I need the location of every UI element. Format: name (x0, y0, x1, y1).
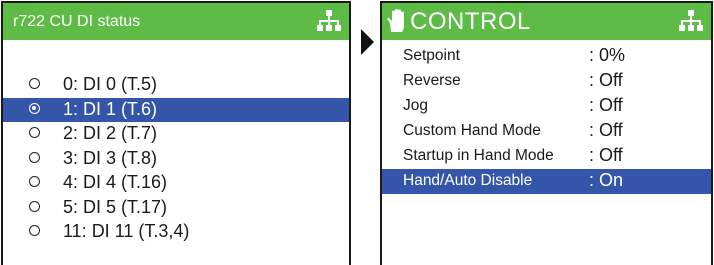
control-row-name: Custom Hand Mode (403, 122, 541, 139)
radio-icon[interactable] (29, 78, 40, 89)
hand-icon (387, 9, 404, 32)
di-item-label: 3: DI 3 (T.8) (63, 147, 158, 168)
control-row-name: Startup in Hand Mode (403, 147, 554, 164)
di-list-item[interactable]: 3: DI 3 (T.8) (3, 147, 349, 172)
di-list-item[interactable]: 1: DI 1 (T.6) (3, 97, 349, 122)
radio-icon[interactable] (29, 176, 40, 187)
di-status-panel: r722 CU DI status 0: DI 0 (T.5) 1: DI 1 (… (1, 1, 351, 265)
radio-icon[interactable] (29, 225, 40, 236)
di-list-item[interactable]: 5: DI 5 (T.17) (3, 196, 349, 221)
control-row[interactable]: Hand/Auto Disable : On (382, 169, 711, 194)
control-row-value: : 0% (589, 45, 626, 65)
control-row-name: Jog (403, 97, 428, 114)
control-row[interactable]: Jog : Off (382, 94, 711, 119)
control-row[interactable]: Reverse : Off (382, 69, 711, 94)
control-title: CONTROL (410, 8, 531, 35)
di-item-label: 1: DI 1 (T.6) (63, 98, 158, 119)
control-row-value: : Off (589, 70, 623, 90)
control-row[interactable]: Setpoint : 0% (382, 44, 711, 69)
control-row-value: : Off (589, 95, 623, 115)
di-item-label: 2: DI 2 (T.7) (63, 123, 158, 143)
control-row-name: Setpoint (403, 47, 460, 64)
control-row-name: Reverse (403, 72, 461, 89)
control-row-name: Hand/Auto Disable (403, 172, 533, 189)
arrow-right-icon (361, 29, 374, 55)
control-row[interactable]: Custom Hand Mode : Off (382, 119, 711, 144)
radio-icon[interactable] (29, 102, 40, 114)
control-row-value: : Off (589, 145, 623, 165)
di-item-label: 0: DI 0 (T.5) (63, 74, 158, 94)
control-row[interactable]: Startup in Hand Mode : Off (382, 144, 711, 169)
network-icon (679, 10, 703, 31)
di-list-item[interactable]: 11: DI 11 (T.3,4) (3, 220, 349, 245)
di-list: 0: DI 0 (T.5) 1: DI 1 (T.6) 2: DI 2 (T.7) 3… (3, 73, 349, 245)
di-status-title: r722 CU DI status (13, 13, 141, 30)
di-status-header: r722 CU DI status (3, 3, 349, 40)
control-row-value: : Off (589, 120, 623, 140)
di-list-item[interactable]: 4: DI 4 (T.16) (3, 171, 349, 196)
control-header: CONTROL (382, 3, 711, 40)
control-list: Setpoint: 0% Reverse: Off Jog: Off Custom H… (382, 44, 711, 194)
di-item-label: 5: DI 5 (T.17) (63, 196, 168, 217)
control-panel: CONTROL Setpoint : 0% Reverse : Off Jog : Off… (380, 1, 713, 265)
di-item-label: 11: DI 11 (T.3,4) (63, 221, 190, 241)
network-icon (317, 10, 341, 31)
radio-icon[interactable] (29, 127, 40, 138)
di-list-item[interactable]: 2: DI 2 (T.7) (3, 122, 349, 147)
radio-icon[interactable] (29, 200, 40, 212)
radio-icon[interactable] (29, 151, 40, 163)
di-item-label: 4: DI 4 (T.16) (63, 172, 168, 192)
control-row-value: : On (589, 170, 624, 190)
di-list-item[interactable]: 0: DI 0 (T.5) (3, 73, 349, 98)
